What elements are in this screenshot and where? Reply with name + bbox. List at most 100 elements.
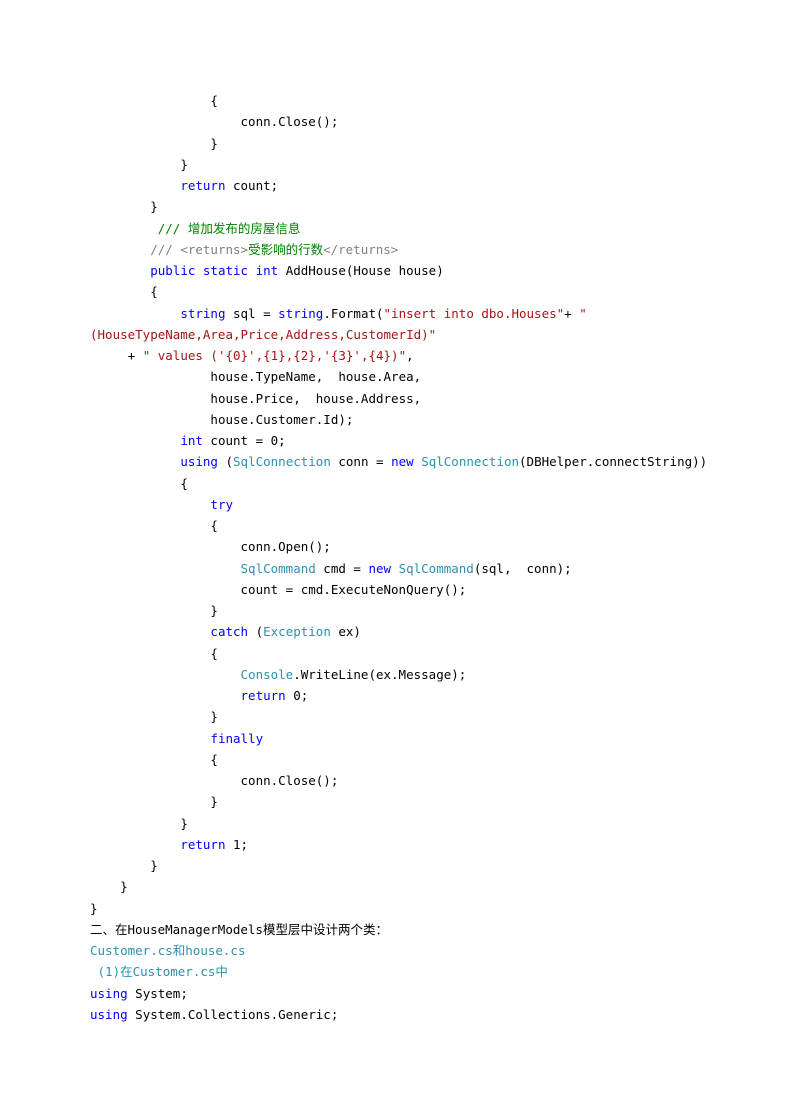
code-token: (1)在Customer.cs中	[98, 964, 228, 979]
code-token: }	[210, 603, 218, 618]
code-line: int count = 0;	[90, 430, 702, 451]
code-line: {	[90, 281, 702, 302]
code-line: string sql = string.Format("insert into …	[90, 303, 702, 324]
code-token: (	[248, 624, 263, 639]
code-line: }	[90, 133, 702, 154]
code-token: try	[210, 497, 233, 512]
code-token: SqlConnection	[233, 454, 331, 469]
code-token: SqlCommand	[241, 561, 316, 576]
code-token: count;	[225, 178, 278, 193]
code-token: {	[210, 646, 218, 661]
code-line: return count;	[90, 175, 702, 196]
code-token: ,	[406, 348, 414, 363]
code-token: {	[150, 284, 158, 299]
code-token: return	[180, 178, 225, 193]
code-token: using	[90, 986, 128, 1001]
code-token: new	[391, 454, 414, 469]
code-token: conn.Close();	[241, 773, 339, 788]
code-token: 1;	[225, 837, 248, 852]
code-line: {	[90, 749, 702, 770]
code-token: }	[150, 199, 158, 214]
code-line: public static int AddHouse(House house)	[90, 260, 702, 281]
code-token: {	[180, 476, 188, 491]
code-token: }	[180, 816, 188, 831]
code-line: SqlCommand cmd = new SqlCommand(sql, con…	[90, 558, 702, 579]
code-token: public	[150, 263, 195, 278]
code-line: house.TypeName, house.Area,	[90, 366, 702, 387]
code-token: conn.Open();	[241, 539, 331, 554]
code-token: 0;	[286, 688, 309, 703]
code-line: count = cmd.ExecuteNonQuery();	[90, 579, 702, 600]
code-token: }	[210, 794, 218, 809]
code-token: .Format(	[323, 306, 383, 321]
code-token: "insert into dbo.Houses"	[384, 306, 565, 321]
code-line: }	[90, 855, 702, 876]
code-token: conn =	[331, 454, 391, 469]
code-line: (1)在Customer.cs中	[90, 961, 702, 982]
code-token: string	[278, 306, 323, 321]
code-line: {	[90, 515, 702, 536]
code-token: int	[256, 263, 279, 278]
code-line: }	[90, 196, 702, 217]
code-token: house.Customer.Id);	[210, 412, 353, 427]
code-token: SqlConnection	[421, 454, 519, 469]
code-line: }	[90, 876, 702, 897]
code-token: new	[368, 561, 391, 576]
code-line: Customer.cs和house.cs	[90, 940, 702, 961]
code-token: cmd =	[316, 561, 369, 576]
code-token: (	[218, 454, 233, 469]
code-token: +	[564, 306, 579, 321]
code-line: house.Price, house.Address,	[90, 388, 702, 409]
code-token	[391, 561, 399, 576]
code-token: {	[210, 93, 218, 108]
code-token: SqlCommand	[399, 561, 474, 576]
code-line: house.Customer.Id);	[90, 409, 702, 430]
code-token	[248, 263, 256, 278]
code-token: (HouseTypeName,Area,Price,Address,Custom…	[90, 327, 436, 342]
code-token: System;	[128, 986, 188, 1001]
code-token: string	[180, 306, 225, 321]
code-line: }	[90, 898, 702, 919]
code-token: conn.Close();	[241, 114, 339, 129]
code-line: conn.Open();	[90, 536, 702, 557]
code-token: 二、在HouseManagerModels模型层中设计两个类：	[90, 922, 388, 937]
code-token: return	[241, 688, 286, 703]
code-token: int	[180, 433, 203, 448]
code-token: {	[210, 752, 218, 767]
code-line: 二、在HouseManagerModels模型层中设计两个类：	[90, 919, 702, 940]
code-token: /// 增加发布的房屋信息	[158, 221, 301, 236]
code-token	[195, 263, 203, 278]
code-token: }	[210, 136, 218, 151]
code-token: using	[180, 454, 218, 469]
code-line: /// <returns>受影响的行数</returns>	[90, 239, 702, 260]
code-token: "	[579, 306, 587, 321]
code-line: }	[90, 600, 702, 621]
code-token: Console	[241, 667, 294, 682]
code-token: }	[210, 709, 218, 724]
code-line: + " values ('{0}',{1},{2},'{3}',{4})",	[90, 345, 702, 366]
code-token: 受影响的行数	[248, 242, 323, 257]
code-token: " values ('{0}',{1},{2},'{3}',{4})"	[143, 348, 406, 363]
code-token: }	[90, 901, 98, 916]
code-line: {	[90, 90, 702, 111]
code-line: }	[90, 791, 702, 812]
code-token: count = 0;	[203, 433, 286, 448]
code-token: .WriteLine(ex.Message);	[293, 667, 466, 682]
code-token: AddHouse(House house)	[278, 263, 444, 278]
code-token: Customer.cs和house.cs	[90, 943, 246, 958]
code-line: return 0;	[90, 685, 702, 706]
code-line: using System.Collections.Generic;	[90, 1004, 702, 1025]
code-token: (sql, conn);	[474, 561, 572, 576]
code-line: finally	[90, 728, 702, 749]
code-token: house.TypeName, house.Area,	[210, 369, 421, 384]
code-token: (DBHelper.connectString))	[519, 454, 707, 469]
code-token: }	[180, 157, 188, 172]
code-token: /// <returns>	[150, 242, 248, 257]
code-line: {	[90, 643, 702, 664]
code-token: }	[120, 879, 128, 894]
code-line: Console.WriteLine(ex.Message);	[90, 664, 702, 685]
code-token: using	[90, 1007, 128, 1022]
code-token: house.Price, house.Address,	[210, 391, 421, 406]
code-token: count = cmd.ExecuteNonQuery();	[241, 582, 467, 597]
code-token: System.Collections.Generic;	[128, 1007, 339, 1022]
